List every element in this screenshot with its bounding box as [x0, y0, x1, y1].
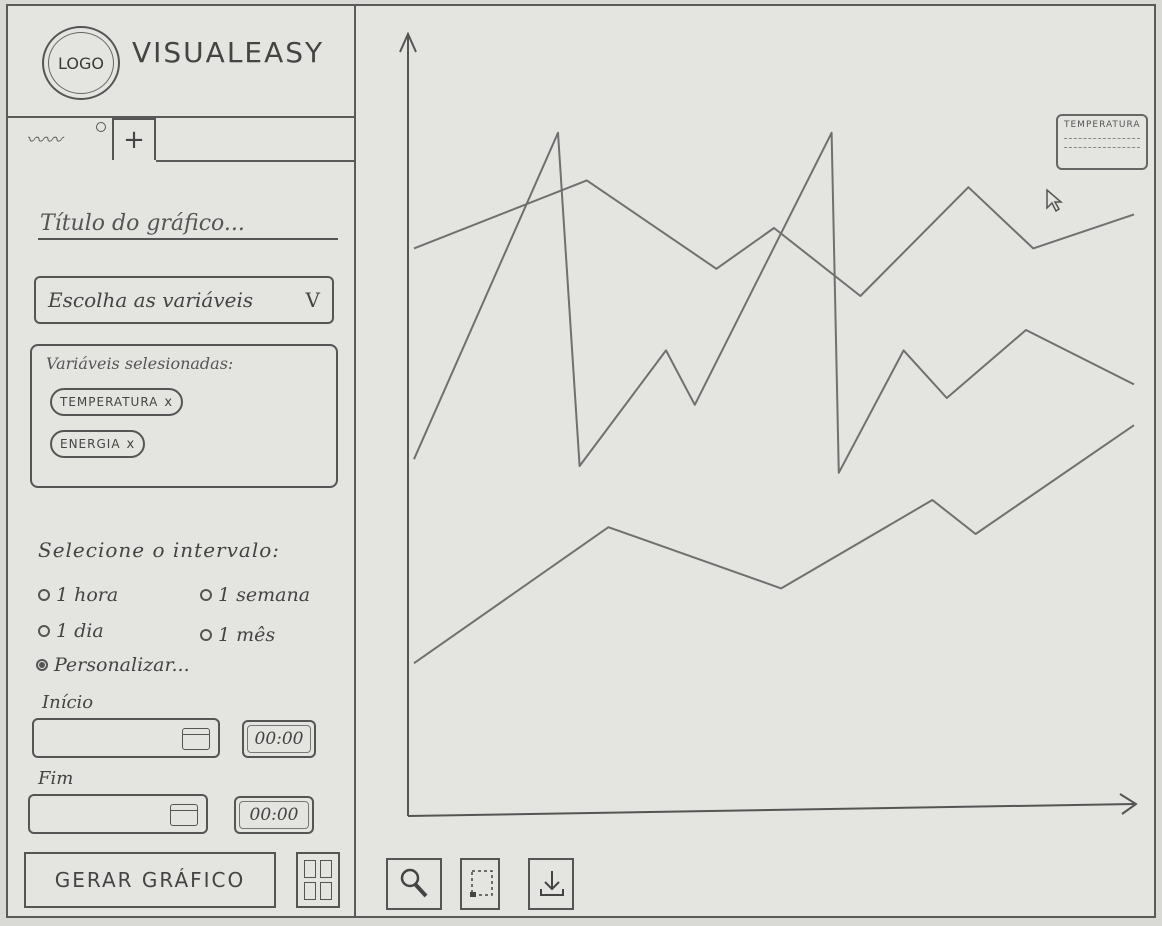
select-area-button[interactable]	[460, 858, 500, 910]
end-time-value: 00:00	[249, 805, 299, 825]
radio-circle-selected[interactable]	[36, 659, 48, 671]
radio-personalizar[interactable]: Personalizar...	[36, 654, 190, 676]
radio-circle[interactable]	[200, 589, 212, 601]
radio-1-semana[interactable]: 1 semana	[200, 584, 310, 606]
chart-axes	[399, 31, 1138, 817]
radio-label: Personalizar...	[54, 654, 190, 676]
download-button[interactable]	[528, 858, 574, 910]
select-area-icon	[470, 869, 493, 897]
magnifier-icon	[400, 868, 428, 897]
sidebar: LOGO VISUALEASY 〰〰 + Escolha as variávei…	[8, 6, 356, 916]
end-date-input[interactable]	[28, 794, 208, 834]
series-line-3[interactable]	[413, 424, 1135, 665]
calendar-icon[interactable]	[170, 804, 198, 826]
zoom-button[interactable]	[386, 858, 442, 910]
series-line-1[interactable]	[413, 179, 1135, 297]
grid-cell-icon	[320, 860, 332, 878]
line-chart[interactable]	[356, 6, 1154, 846]
chip-temperatura: TEMPERATURA x	[50, 388, 184, 416]
grid-cell-icon	[320, 882, 332, 900]
app-window: LOGO VISUALEASY 〰〰 + Escolha as variávei…	[6, 4, 1156, 918]
tooltip-title: TEMPERATURA	[1064, 120, 1141, 130]
variables-select[interactable]: Escolha as variáveis V	[34, 276, 334, 324]
chip-remove-icon[interactable]: x	[127, 437, 136, 452]
radio-1-dia[interactable]: 1 dia	[38, 620, 104, 642]
logo-text: LOGO	[58, 53, 104, 73]
end-time-input[interactable]: 00:00	[234, 796, 314, 834]
grid-cell-icon	[304, 882, 316, 900]
add-tab-button[interactable]: +	[112, 118, 156, 160]
chart-area: TEMPERATURA	[356, 6, 1154, 916]
radio-label: 1 hora	[56, 584, 119, 606]
start-time-input[interactable]: 00:00	[242, 720, 316, 758]
variables-select-label: Escolha as variáveis	[48, 288, 254, 312]
tooltip-line	[1064, 138, 1140, 139]
tab-active[interactable]: 〰〰	[8, 118, 112, 160]
radio-circle[interactable]	[38, 625, 50, 637]
end-label: Fim	[38, 768, 74, 789]
radio-label: 1 semana	[218, 584, 311, 606]
start-time-value: 00:00	[254, 729, 304, 749]
selected-variables-panel: Variáveis selesionadas: TEMPERATURA x EN…	[30, 344, 338, 488]
start-label: Início	[42, 692, 94, 713]
radio-label: 1 mês	[218, 624, 276, 646]
radio-1-hora[interactable]: 1 hora	[38, 584, 118, 606]
tooltip-line	[1064, 147, 1140, 148]
radio-label: 1 dia	[56, 620, 104, 642]
chip-energia: ENERGIA x	[50, 430, 146, 458]
layout-grid-button[interactable]	[296, 852, 340, 908]
tab-bar-divider	[156, 160, 354, 162]
interval-label: Selecione o intervalo:	[38, 538, 280, 562]
download-icon	[540, 870, 564, 896]
chart-title-input[interactable]	[38, 208, 338, 240]
radio-circle[interactable]	[38, 589, 50, 601]
chip-remove-icon[interactable]: x	[164, 395, 173, 410]
radio-circle[interactable]	[200, 629, 212, 641]
app-name: VISUALEASY	[132, 36, 325, 69]
x-axis	[407, 803, 1135, 817]
cursor-pointer-icon	[1046, 188, 1064, 213]
series-line-2[interactable]	[413, 131, 1135, 474]
series-tooltip: TEMPERATURA	[1056, 114, 1148, 170]
logo: LOGO	[42, 26, 120, 100]
selected-variables-label: Variáveis selesionadas:	[46, 354, 234, 373]
generate-chart-button[interactable]: GERAR GRÁFICO	[24, 852, 276, 908]
calendar-icon[interactable]	[182, 728, 210, 750]
chip-label: ENERGIA	[60, 437, 121, 451]
start-date-input[interactable]	[32, 718, 220, 758]
radio-1-mes[interactable]: 1 mês	[200, 624, 275, 646]
grid-cell-icon	[304, 860, 316, 878]
chip-label: TEMPERATURA	[60, 395, 159, 409]
chevron-down-icon: V	[305, 288, 320, 312]
series-layer	[413, 131, 1135, 665]
tab-close-icon[interactable]	[96, 122, 106, 132]
scribble-tab-icon: 〰〰	[26, 130, 62, 151]
